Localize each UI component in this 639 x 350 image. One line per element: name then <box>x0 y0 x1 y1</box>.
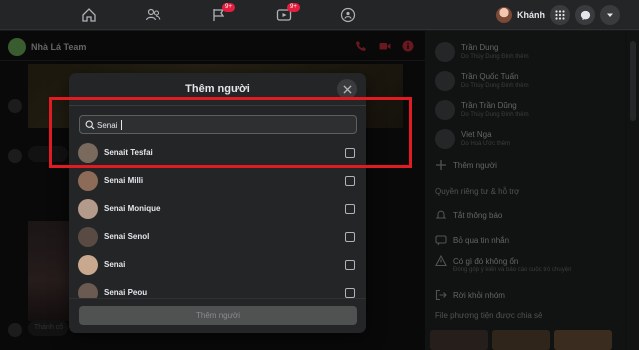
add-people-button[interactable]: Thêm người <box>79 306 357 325</box>
messenger-icon <box>580 10 590 20</box>
contact-name: Senai Monique <box>104 204 161 213</box>
caret-down-icon <box>607 13 613 17</box>
close-icon <box>342 84 352 94</box>
messenger-button[interactable] <box>575 5 595 25</box>
contact-name: Senai Senol <box>104 232 150 241</box>
dialog-title: Thêm người <box>185 83 250 95</box>
highlight-box <box>49 97 412 168</box>
avatar <box>496 7 512 23</box>
profile-chip[interactable]: Khánh <box>494 5 551 25</box>
home-icon[interactable] <box>81 7 97 23</box>
dialog-footer: Thêm người <box>69 298 366 333</box>
contact-name: Senai <box>104 260 126 269</box>
list-item[interactable]: Senai <box>69 251 366 279</box>
avatar <box>78 255 98 275</box>
select-checkbox[interactable] <box>345 288 355 298</box>
close-button[interactable] <box>337 79 357 99</box>
list-item[interactable]: Senai Senol <box>69 223 366 251</box>
avatar <box>78 171 98 191</box>
list-item[interactable]: Senai Monique <box>69 195 366 223</box>
grid-menu-icon <box>555 10 565 20</box>
account-menu-button[interactable] <box>600 5 620 25</box>
list-item[interactable]: Senai Milli <box>69 167 366 195</box>
avatar <box>78 199 98 219</box>
friends-icon[interactable] <box>145 7 161 23</box>
select-checkbox[interactable] <box>345 232 355 242</box>
pages-badge: 9+ <box>222 3 235 12</box>
select-checkbox[interactable] <box>345 176 355 186</box>
contact-name: Senai Peou <box>104 288 148 297</box>
groups-icon[interactable] <box>340 7 356 23</box>
select-checkbox[interactable] <box>345 260 355 270</box>
avatar <box>78 227 98 247</box>
top-navigation-bar: 9+ 9+ Khánh <box>0 0 639 30</box>
contact-name: Senai Milli <box>104 176 144 185</box>
menu-button[interactable] <box>550 5 570 25</box>
select-checkbox[interactable] <box>345 204 355 214</box>
profile-name: Khánh <box>517 10 545 20</box>
watch-badge: 9+ <box>287 3 300 12</box>
